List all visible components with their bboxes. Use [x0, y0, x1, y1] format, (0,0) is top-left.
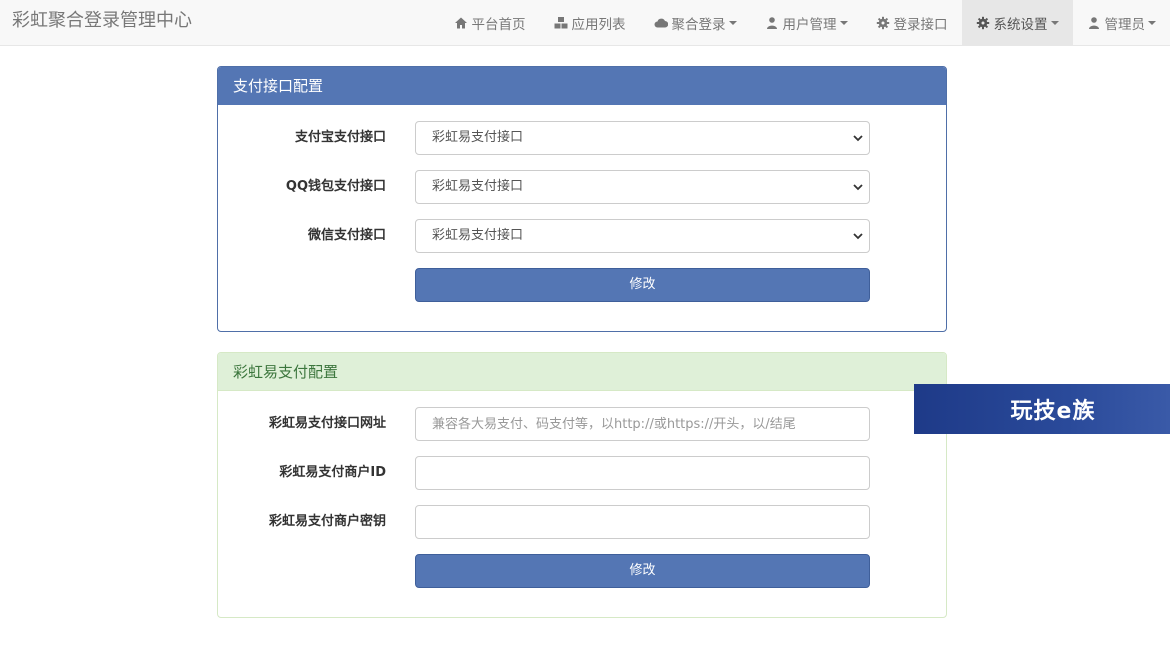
form-row-epay-merchant-id: 彩虹易支付商户ID — [218, 456, 948, 490]
home-icon — [454, 16, 468, 30]
form-row-alipay: 支付宝支付接口 彩虹易支付接口 — [218, 121, 948, 155]
nav-item-label: 用户管理 — [782, 17, 837, 33]
select-value: 彩虹易支付接口 — [432, 228, 524, 243]
form-row-submit: 修改 — [218, 268, 948, 302]
payment-interface-panel: 支付接口配置 支付宝支付接口 彩虹易支付接口 QQ钱包支付接口 彩虹易支付接口 … — [217, 66, 947, 332]
nav-item-label: 聚合登录 — [671, 17, 726, 33]
form-row-submit: 修改 — [218, 554, 948, 588]
select-value: 彩虹易支付接口 — [432, 179, 524, 194]
caret-down-icon — [728, 21, 737, 25]
cloud-icon — [654, 16, 668, 30]
cog-icon — [976, 16, 990, 30]
payment-submit-button[interactable]: 修改 — [415, 268, 870, 302]
epay-merchant-id-input[interactable] — [415, 456, 870, 490]
nav-item-login-interface[interactable]: 登录接口 — [862, 0, 962, 46]
select-value: 彩虹易支付接口 — [432, 130, 524, 145]
nav-item-app-list[interactable]: 应用列表 — [540, 0, 640, 46]
panel-title: 支付接口配置 — [218, 67, 946, 105]
nav-item-home[interactable]: 平台首页 — [440, 0, 540, 46]
wechat-label: 微信支付接口 — [307, 228, 386, 243]
navbar: 彩虹聚合登录管理中心 平台首页 应用列表 聚合登录 用户管理 登录接口 系统设置… — [0, 0, 1170, 46]
wechat-interface-select[interactable]: 彩虹易支付接口 — [415, 219, 870, 253]
nav-menu: 平台首页 应用列表 聚合登录 用户管理 登录接口 系统设置 管理员 — [440, 0, 1170, 46]
user-icon — [1087, 16, 1101, 30]
epay-merchant-key-input[interactable] — [415, 505, 870, 539]
chevron-down-icon — [853, 233, 863, 240]
nav-item-label: 登录接口 — [893, 17, 948, 33]
form-row-epay-url: 彩虹易支付接口网址 — [218, 407, 948, 441]
qqwallet-interface-select[interactable]: 彩虹易支付接口 — [415, 170, 870, 204]
panel-title: 彩虹易支付配置 — [218, 353, 946, 391]
brand-title[interactable]: 彩虹聚合登录管理中心 — [12, 9, 192, 33]
watermark-text: 玩技e族 — [1010, 399, 1096, 424]
nav-item-label: 系统设置 — [993, 17, 1048, 33]
form-row-epay-merchant-key: 彩虹易支付商户密钥 — [218, 505, 948, 539]
caret-down-icon — [1050, 21, 1059, 25]
watermark-logo: 玩技e族 — [914, 384, 1170, 434]
nav-item-label: 平台首页 — [471, 17, 526, 33]
chevron-down-icon — [853, 135, 863, 142]
form-row-qqwallet: QQ钱包支付接口 彩虹易支付接口 — [218, 170, 948, 204]
epay-config-panel: 彩虹易支付配置 彩虹易支付接口网址 彩虹易支付商户ID 彩虹易支付商户密钥 修改 — [217, 352, 947, 618]
form-row-wechat: 微信支付接口 彩虹易支付接口 — [218, 219, 948, 253]
cubes-icon — [554, 16, 568, 30]
epay-url-label: 彩虹易支付接口网址 — [268, 416, 386, 431]
user-icon — [765, 16, 779, 30]
epay-merchant-key-label: 彩虹易支付商户密钥 — [268, 514, 386, 529]
nav-item-admin[interactable]: 管理员 — [1073, 0, 1170, 46]
nav-item-aggregate-login[interactable]: 聚合登录 — [640, 0, 751, 46]
epay-merchant-id-label: 彩虹易支付商户ID — [279, 465, 386, 480]
gear-icon — [876, 16, 890, 30]
epay-submit-button[interactable]: 修改 — [415, 554, 870, 588]
nav-item-label: 管理员 — [1104, 17, 1146, 33]
qqwallet-label: QQ钱包支付接口 — [285, 179, 386, 194]
alipay-interface-select[interactable]: 彩虹易支付接口 — [415, 121, 870, 155]
caret-down-icon — [1148, 21, 1156, 25]
nav-item-label: 应用列表 — [571, 17, 626, 33]
nav-item-user-management[interactable]: 用户管理 — [751, 0, 862, 46]
alipay-label: 支付宝支付接口 — [294, 130, 386, 145]
caret-down-icon — [839, 21, 848, 25]
chevron-down-icon — [853, 184, 863, 191]
epay-url-input[interactable] — [415, 407, 870, 441]
nav-item-system-settings[interactable]: 系统设置 — [961, 0, 1073, 46]
